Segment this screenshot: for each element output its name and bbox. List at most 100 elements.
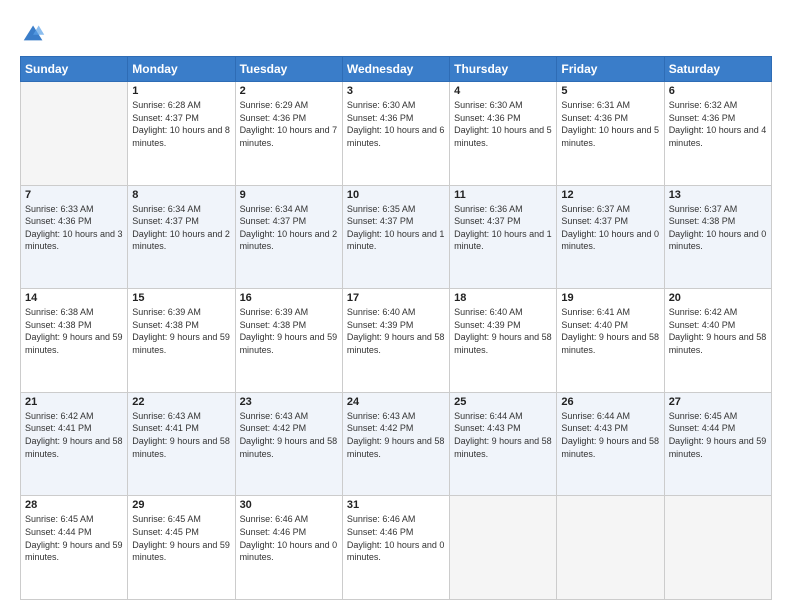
day-number: 8 bbox=[132, 189, 230, 201]
day-info: Sunrise: 6:32 AMSunset: 4:36 PMDaylight:… bbox=[669, 99, 767, 149]
day-info: Sunrise: 6:33 AMSunset: 4:36 PMDaylight:… bbox=[25, 203, 123, 253]
day-cell: 17 Sunrise: 6:40 AMSunset: 4:39 PMDayligh… bbox=[342, 289, 449, 393]
day-number: 21 bbox=[25, 396, 123, 408]
day-cell: 10 Sunrise: 6:35 AMSunset: 4:37 PMDayligh… bbox=[342, 185, 449, 289]
day-cell: 14 Sunrise: 6:38 AMSunset: 4:38 PMDayligh… bbox=[21, 289, 128, 393]
day-number: 19 bbox=[561, 292, 659, 304]
day-info: Sunrise: 6:28 AMSunset: 4:37 PMDaylight:… bbox=[132, 99, 230, 149]
day-info: Sunrise: 6:45 AMSunset: 4:44 PMDaylight:… bbox=[25, 513, 123, 563]
day-cell: 11Sunrise: 6:36 AMSunset: 4:37 PMDayligh… bbox=[450, 185, 557, 289]
day-number: 14 bbox=[25, 292, 123, 304]
day-number: 7 bbox=[25, 189, 123, 201]
day-number: 28 bbox=[25, 499, 123, 511]
day-info: Sunrise: 6:29 AMSunset: 4:36 PMDaylight:… bbox=[240, 99, 338, 149]
col-header-tuesday: Tuesday bbox=[235, 57, 342, 82]
day-cell: 7 Sunrise: 6:33 AMSunset: 4:36 PMDaylight… bbox=[21, 185, 128, 289]
calendar: SundayMondayTuesdayWednesdayThursdayFrid… bbox=[20, 56, 772, 600]
day-number: 12 bbox=[561, 189, 659, 201]
day-cell: 29Sunrise: 6:45 AMSunset: 4:45 PMDayligh… bbox=[128, 496, 235, 600]
col-header-wednesday: Wednesday bbox=[342, 57, 449, 82]
logo-icon bbox=[20, 18, 48, 46]
day-cell: 19 Sunrise: 6:41 AMSunset: 4:40 PMDayligh… bbox=[557, 289, 664, 393]
day-cell: 22 Sunrise: 6:43 AMSunset: 4:41 PMDayligh… bbox=[128, 392, 235, 496]
day-info: Sunrise: 6:38 AMSunset: 4:38 PMDaylight:… bbox=[25, 306, 123, 356]
day-info: Sunrise: 6:30 AMSunset: 4:36 PMDaylight:… bbox=[347, 99, 445, 149]
day-info: Sunrise: 6:46 AMSunset: 4:46 PMDaylight:… bbox=[240, 513, 338, 563]
day-info: Sunrise: 6:41 AMSunset: 4:40 PMDaylight:… bbox=[561, 306, 659, 356]
day-number: 18 bbox=[454, 292, 552, 304]
day-cell: 1 Sunrise: 6:28 AMSunset: 4:37 PMDaylight… bbox=[128, 82, 235, 186]
day-cell: 30Sunrise: 6:46 AMSunset: 4:46 PMDayligh… bbox=[235, 496, 342, 600]
day-info: Sunrise: 6:34 AMSunset: 4:37 PMDaylight:… bbox=[132, 203, 230, 253]
day-info: Sunrise: 6:37 AMSunset: 4:37 PMDaylight:… bbox=[561, 203, 659, 253]
day-cell: 12 Sunrise: 6:37 AMSunset: 4:37 PMDayligh… bbox=[557, 185, 664, 289]
day-info: Sunrise: 6:37 AMSunset: 4:38 PMDaylight:… bbox=[669, 203, 767, 253]
day-number: 17 bbox=[347, 292, 445, 304]
day-cell: 31 Sunrise: 6:46 AMSunset: 4:46 PMDayligh… bbox=[342, 496, 449, 600]
col-header-sunday: Sunday bbox=[21, 57, 128, 82]
day-number: 10 bbox=[347, 189, 445, 201]
day-number: 1 bbox=[132, 85, 230, 97]
day-info: Sunrise: 6:42 AMSunset: 4:40 PMDaylight:… bbox=[669, 306, 767, 356]
day-info: Sunrise: 6:36 AMSunset: 4:37 PMDaylight:… bbox=[454, 203, 552, 253]
day-number: 24 bbox=[347, 396, 445, 408]
day-info: Sunrise: 6:42 AMSunset: 4:41 PMDaylight:… bbox=[25, 410, 123, 460]
day-cell bbox=[557, 496, 664, 600]
week-row-2: 7 Sunrise: 6:33 AMSunset: 4:36 PMDaylight… bbox=[21, 185, 772, 289]
week-row-5: 28 Sunrise: 6:45 AMSunset: 4:44 PMDayligh… bbox=[21, 496, 772, 600]
day-info: Sunrise: 6:43 AMSunset: 4:42 PMDaylight:… bbox=[347, 410, 445, 460]
day-cell: 20 Sunrise: 6:42 AMSunset: 4:40 PMDayligh… bbox=[664, 289, 771, 393]
day-cell: 8 Sunrise: 6:34 AMSunset: 4:37 PMDaylight… bbox=[128, 185, 235, 289]
day-number: 3 bbox=[347, 85, 445, 97]
day-number: 26 bbox=[561, 396, 659, 408]
col-header-saturday: Saturday bbox=[664, 57, 771, 82]
week-row-4: 21 Sunrise: 6:42 AMSunset: 4:41 PMDayligh… bbox=[21, 392, 772, 496]
header bbox=[20, 18, 772, 46]
day-cell: 2 Sunrise: 6:29 AMSunset: 4:36 PMDaylight… bbox=[235, 82, 342, 186]
day-number: 2 bbox=[240, 85, 338, 97]
day-info: Sunrise: 6:31 AMSunset: 4:36 PMDaylight:… bbox=[561, 99, 659, 149]
day-info: Sunrise: 6:40 AMSunset: 4:39 PMDaylight:… bbox=[347, 306, 445, 356]
col-header-monday: Monday bbox=[128, 57, 235, 82]
day-cell: 23 Sunrise: 6:43 AMSunset: 4:42 PMDayligh… bbox=[235, 392, 342, 496]
day-info: Sunrise: 6:43 AMSunset: 4:42 PMDaylight:… bbox=[240, 410, 338, 460]
day-cell: 5 Sunrise: 6:31 AMSunset: 4:36 PMDaylight… bbox=[557, 82, 664, 186]
day-number: 16 bbox=[240, 292, 338, 304]
day-number: 23 bbox=[240, 396, 338, 408]
day-number: 9 bbox=[240, 189, 338, 201]
day-cell: 24 Sunrise: 6:43 AMSunset: 4:42 PMDayligh… bbox=[342, 392, 449, 496]
day-cell: 3 Sunrise: 6:30 AMSunset: 4:36 PMDaylight… bbox=[342, 82, 449, 186]
day-cell: 21 Sunrise: 6:42 AMSunset: 4:41 PMDayligh… bbox=[21, 392, 128, 496]
day-cell: 25 Sunrise: 6:44 AMSunset: 4:43 PMDayligh… bbox=[450, 392, 557, 496]
day-number: 20 bbox=[669, 292, 767, 304]
day-info: Sunrise: 6:35 AMSunset: 4:37 PMDaylight:… bbox=[347, 203, 445, 253]
day-number: 4 bbox=[454, 85, 552, 97]
day-cell: 13 Sunrise: 6:37 AMSunset: 4:38 PMDayligh… bbox=[664, 185, 771, 289]
day-number: 27 bbox=[669, 396, 767, 408]
day-number: 5 bbox=[561, 85, 659, 97]
day-info: Sunrise: 6:39 AMSunset: 4:38 PMDaylight:… bbox=[240, 306, 338, 356]
day-cell: 6 Sunrise: 6:32 AMSunset: 4:36 PMDaylight… bbox=[664, 82, 771, 186]
day-info: Sunrise: 6:45 AMSunset: 4:44 PMDaylight:… bbox=[669, 410, 767, 460]
day-cell: 15Sunrise: 6:39 AMSunset: 4:38 PMDayligh… bbox=[128, 289, 235, 393]
day-number: 13 bbox=[669, 189, 767, 201]
day-info: Sunrise: 6:45 AMSunset: 4:45 PMDaylight:… bbox=[132, 513, 230, 563]
day-cell: 18 Sunrise: 6:40 AMSunset: 4:39 PMDayligh… bbox=[450, 289, 557, 393]
day-number: 31 bbox=[347, 499, 445, 511]
day-cell: 26 Sunrise: 6:44 AMSunset: 4:43 PMDayligh… bbox=[557, 392, 664, 496]
day-cell bbox=[450, 496, 557, 600]
col-header-thursday: Thursday bbox=[450, 57, 557, 82]
day-number: 22 bbox=[132, 396, 230, 408]
day-number: 6 bbox=[669, 85, 767, 97]
day-number: 25 bbox=[454, 396, 552, 408]
day-cell: 9Sunrise: 6:34 AMSunset: 4:37 PMDaylight… bbox=[235, 185, 342, 289]
week-row-1: 1 Sunrise: 6:28 AMSunset: 4:37 PMDaylight… bbox=[21, 82, 772, 186]
day-info: Sunrise: 6:43 AMSunset: 4:41 PMDaylight:… bbox=[132, 410, 230, 460]
day-info: Sunrise: 6:40 AMSunset: 4:39 PMDaylight:… bbox=[454, 306, 552, 356]
week-row-3: 14 Sunrise: 6:38 AMSunset: 4:38 PMDayligh… bbox=[21, 289, 772, 393]
day-info: Sunrise: 6:44 AMSunset: 4:43 PMDaylight:… bbox=[561, 410, 659, 460]
day-info: Sunrise: 6:46 AMSunset: 4:46 PMDaylight:… bbox=[347, 513, 445, 563]
day-cell bbox=[21, 82, 128, 186]
day-info: Sunrise: 6:44 AMSunset: 4:43 PMDaylight:… bbox=[454, 410, 552, 460]
day-cell bbox=[664, 496, 771, 600]
